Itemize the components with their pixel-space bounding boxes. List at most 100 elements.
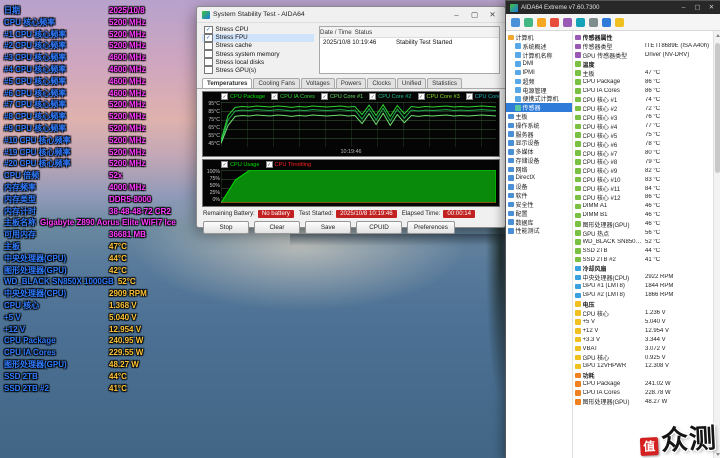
legend-checkbox-icon[interactable]: ✓ bbox=[266, 161, 273, 168]
tree-item[interactable]: 多媒体 bbox=[506, 147, 572, 156]
sensor-row[interactable]: GPU 核心 0.925 V bbox=[573, 353, 713, 362]
sensor-row[interactable]: 电压 bbox=[573, 300, 713, 309]
checkbox-icon[interactable] bbox=[204, 66, 213, 75]
tree-item[interactable]: 计算机名称 bbox=[506, 51, 572, 60]
sensor-row[interactable]: +3.3 V 3.344 V bbox=[573, 335, 713, 344]
legend-checkbox-icon[interactable]: ✓ bbox=[418, 93, 425, 100]
sensor-row[interactable]: GPU 传感器类型 Driver (NV-DRV) bbox=[573, 51, 713, 60]
tree-item[interactable]: 操作系统 bbox=[506, 121, 572, 130]
maximize-icon[interactable]: ▢ bbox=[692, 2, 703, 14]
sensor-row[interactable]: CPU Package 241.02 W bbox=[573, 380, 713, 389]
sensor-row[interactable]: WD_BLACK SN850X 1000GB 52 °C bbox=[573, 237, 713, 246]
legend-checkbox-icon[interactable]: ✓ bbox=[221, 93, 228, 100]
legend-item[interactable]: ✓ CPU Core #1 bbox=[321, 93, 363, 100]
sensor-row[interactable]: CPU Package 86 °C bbox=[573, 77, 713, 86]
tree-item[interactable]: 传感器 bbox=[506, 103, 572, 112]
sensor-row[interactable]: CPU 核心 #12 86 °C bbox=[573, 193, 713, 202]
minimize-icon[interactable]: – bbox=[449, 8, 464, 21]
sensor-row[interactable]: SSD 2TB #2 41 °C bbox=[573, 255, 713, 264]
legend-item[interactable]: ✓ CPU Core #2 bbox=[369, 93, 411, 100]
sensor-row[interactable]: 功耗 bbox=[573, 371, 713, 380]
sensor-row[interactable]: DIMM A1 46 °C bbox=[573, 202, 713, 211]
graph-tab[interactable]: Voltages bbox=[301, 78, 335, 88]
tree-item[interactable]: 计算机 bbox=[506, 33, 572, 42]
log-row[interactable]: 2025/10/8 10:19:46 Stability Test Starte… bbox=[320, 38, 499, 47]
sensor-row[interactable]: GPU 12VHPWR 12.308 V bbox=[573, 362, 713, 371]
maximize-icon[interactable]: ▢ bbox=[467, 8, 482, 21]
legend-item[interactable]: ✓ CPU IA Cores bbox=[271, 93, 315, 100]
stability-action-button[interactable]: CPUID bbox=[356, 221, 402, 234]
sensor-row[interactable]: +12 V 12.954 V bbox=[573, 326, 713, 335]
toolbar-icon[interactable] bbox=[576, 18, 585, 27]
graph-tab[interactable]: Temperatures bbox=[202, 78, 252, 88]
tree-item[interactable]: 服务器 bbox=[506, 130, 572, 139]
tree-item[interactable]: 性能测试 bbox=[506, 227, 572, 236]
sensor-row[interactable]: DIMM B1 46 °C bbox=[573, 211, 713, 220]
stress-option[interactable]: ✓ Stress CPU bbox=[202, 26, 314, 34]
sensor-row[interactable]: 温度 bbox=[573, 60, 713, 69]
sensor-row[interactable]: CPU 核心 #4 77 °C bbox=[573, 122, 713, 131]
legend-item[interactable]: ✓ CPU Core #4 bbox=[466, 93, 499, 100]
legend-checkbox-icon[interactable]: ✓ bbox=[271, 93, 278, 100]
stability-title-bar[interactable]: System Stability Test - AIDA64 – ▢ ✕ bbox=[197, 7, 505, 23]
close-icon[interactable]: ✕ bbox=[485, 8, 500, 21]
stress-option[interactable]: Stress system memory bbox=[202, 50, 314, 58]
sensor-row[interactable]: 主板 47 °C bbox=[573, 69, 713, 78]
sensor-row[interactable]: 传感器类型 ITE IT8689E (ISA A40h) bbox=[573, 42, 713, 51]
sensor-row[interactable]: CPU 核心 #7 80 °C bbox=[573, 149, 713, 158]
tree-item[interactable]: 网络 bbox=[506, 165, 572, 174]
sensor-row[interactable]: 冷却风扇 bbox=[573, 264, 713, 273]
tree-item[interactable]: 便携式计算机 bbox=[506, 95, 572, 104]
toolbar-icon[interactable] bbox=[589, 18, 598, 27]
sensor-row[interactable]: CPU 核心 #9 82 °C bbox=[573, 166, 713, 175]
graph-tab[interactable]: Cooling Fans bbox=[253, 78, 299, 88]
sensor-row[interactable]: CPU 核心 #6 78 °C bbox=[573, 140, 713, 149]
sensor-row[interactable]: CPU 核心 #11 84 °C bbox=[573, 184, 713, 193]
toolbar-icon[interactable] bbox=[511, 18, 520, 27]
sensor-row[interactable]: 图形处理器(GPU) 46 °C bbox=[573, 220, 713, 229]
sensor-row[interactable]: 传感器属性 bbox=[573, 33, 713, 42]
sensor-row[interactable]: CPU 核心 #2 72 °C bbox=[573, 104, 713, 113]
tree-item[interactable]: 主板 bbox=[506, 112, 572, 121]
tree-item[interactable]: 存储设备 bbox=[506, 156, 572, 165]
tree-item[interactable]: 显示设备 bbox=[506, 139, 572, 148]
sensor-row[interactable]: SSD 2TB 44 °C bbox=[573, 246, 713, 255]
sensor-row[interactable]: CPU IA Cores 86 °C bbox=[573, 86, 713, 95]
stress-option[interactable]: Stress cache bbox=[202, 42, 314, 50]
close-icon[interactable]: ✕ bbox=[706, 2, 717, 14]
tree-item[interactable]: 配置 bbox=[506, 209, 572, 218]
minimize-icon[interactable]: – bbox=[678, 2, 689, 14]
toolbar-icon[interactable] bbox=[524, 18, 533, 27]
toolbar-icon[interactable] bbox=[615, 18, 624, 27]
toolbar-icon[interactable] bbox=[550, 18, 559, 27]
tree-item[interactable]: DMI bbox=[506, 59, 572, 68]
tree-item[interactable]: 设备 bbox=[506, 183, 572, 192]
tree-item[interactable]: 电源管理 bbox=[506, 86, 572, 95]
sensor-row[interactable]: CPU 核心 #1 74 °C bbox=[573, 95, 713, 104]
graph-tab[interactable]: Unified bbox=[397, 78, 426, 88]
tree-item[interactable]: IPMI bbox=[506, 68, 572, 77]
aida64-title-bar[interactable]: AIDA64 Extreme v7.60.7300 – ▢ ✕ bbox=[506, 1, 720, 14]
sensor-row[interactable]: VBAT 3.072 V bbox=[573, 344, 713, 353]
sensor-row[interactable]: CPU 核心 #10 83 °C bbox=[573, 175, 713, 184]
stress-option[interactable]: Stress GPU(s) bbox=[202, 66, 314, 74]
toolbar-icon[interactable] bbox=[563, 18, 572, 27]
graph-tab[interactable]: Clocks bbox=[367, 78, 396, 88]
tree-item[interactable]: DirectX bbox=[506, 174, 572, 183]
sensor-row[interactable]: CPU 核心 #8 79 °C bbox=[573, 157, 713, 166]
legend-checkbox-icon[interactable]: ✓ bbox=[221, 161, 228, 168]
toolbar-icon[interactable] bbox=[537, 18, 546, 27]
stability-action-button[interactable]: Clear bbox=[254, 221, 300, 234]
graph-tab[interactable]: Statistics bbox=[427, 78, 462, 88]
stress-option[interactable]: ✓ Stress FPU bbox=[202, 34, 314, 42]
tree-item[interactable]: 安全性 bbox=[506, 200, 572, 209]
sensor-row[interactable]: 图形处理器(GPU) 48.27 W bbox=[573, 398, 713, 407]
tree-item[interactable]: 数据库 bbox=[506, 218, 572, 227]
stress-option[interactable]: Stress local disks bbox=[202, 58, 314, 66]
legend-checkbox-icon[interactable]: ✓ bbox=[466, 93, 473, 100]
legend-item[interactable]: ✓ CPU Package bbox=[221, 93, 265, 100]
sensor-row[interactable]: GPU #2 (LMT8) 1866 RPM bbox=[573, 291, 713, 300]
stability-action-button[interactable]: Preferences bbox=[407, 221, 455, 234]
legend-checkbox-icon[interactable]: ✓ bbox=[369, 93, 376, 100]
legend-checkbox-icon[interactable]: ✓ bbox=[321, 93, 328, 100]
